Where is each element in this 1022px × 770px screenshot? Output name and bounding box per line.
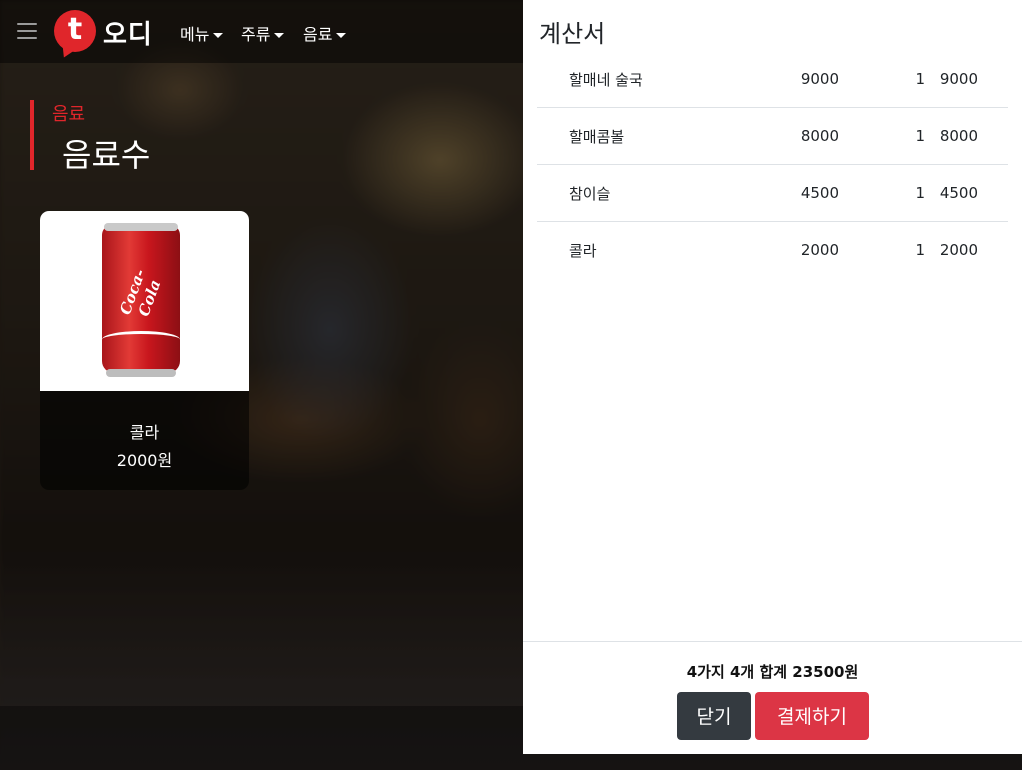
bill-summary: 4가지 4개 합계 23500원 [686,663,859,681]
product-name: 콜라 [129,423,160,442]
item-price: 4500 [729,164,839,222]
product-image: Coca-Cola [40,211,249,391]
section-category: 음료 [52,104,86,125]
item-qty: 1 [915,241,925,259]
item-price: 8000 [729,107,839,165]
bill-panel: 계산서 할매네 술국 9000 1 9000 할매콤볼 8000 1 8000 … [523,0,1022,754]
item-qty: 1 [839,107,925,165]
section-heading: 음료 음료수 [30,100,150,174]
section-title: 음료수 [62,136,151,174]
caret-down-icon [213,33,224,38]
item-name: 참이슬 [537,164,729,222]
item-qty: 1 [839,51,925,108]
nav-dropdown-drinks[interactable]: 음료 [303,21,347,45]
product-card[interactable]: Coca-Cola 콜라 2000원 [40,211,249,490]
hamburger-menu-icon[interactable] [17,23,37,39]
item-total: 8000 [925,107,1008,165]
bill-footer: 4가지 4개 합계 23500원 닫기 결제하기 [523,641,1022,755]
product-price: 2000원 [116,451,173,470]
logo-text[interactable]: 오디 [103,14,153,51]
nav-label-alcohol: 주류 [241,25,271,44]
nav-dropdown-menu[interactable]: 메뉴 [180,21,224,45]
caret-down-icon [274,33,285,38]
bill-title: 계산서 [539,20,606,48]
table-row: 할매콤볼 8000 1 8000 [537,107,1008,165]
logo-icon[interactable]: t [54,10,96,52]
item-total: 9000 [925,51,1008,108]
close-button[interactable]: 닫기 [677,692,751,740]
item-name: 할매네 술국 [537,51,729,108]
nav-label-menu: 메뉴 [180,25,210,44]
item-price: 2000 [800,241,839,259]
item-total: 2000 [939,241,978,259]
item-price: 9000 [729,51,839,108]
nav-label-drinks: 음료 [303,25,333,44]
table-row: 콜라 2000 1 2000 [537,222,1008,279]
caret-down-icon [336,33,347,38]
item-qty: 1 [839,164,925,222]
can-wave [102,331,180,348]
item-name: 콜라 [569,241,597,260]
nav-dropdown-alcohol[interactable]: 주류 [241,21,285,45]
bill-table: 할매네 술국 9000 1 9000 할매콤볼 8000 1 8000 참이슬 … [537,51,1008,278]
item-total: 4500 [925,164,1008,222]
table-row: 할매네 술국 9000 1 9000 [537,51,1008,108]
item-name: 할매콤볼 [537,107,729,165]
table-row: 참이슬 4500 1 4500 [537,164,1008,222]
pay-button[interactable]: 결제하기 [755,692,869,740]
can-lid [104,223,178,231]
can-base [106,369,176,377]
